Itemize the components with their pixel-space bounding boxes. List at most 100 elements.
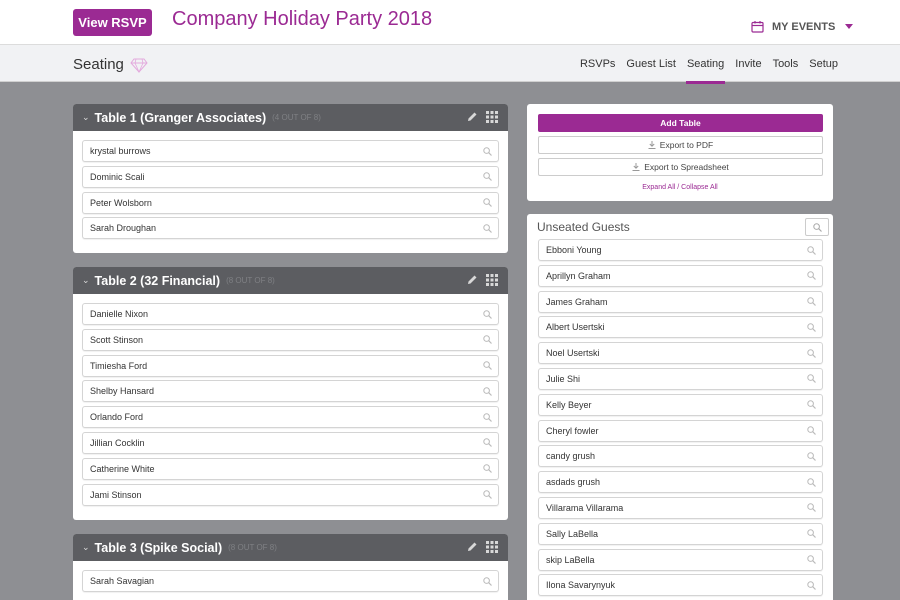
- search-icon[interactable]: [807, 271, 816, 281]
- search-icon[interactable]: [483, 576, 492, 586]
- export-spreadsheet-button[interactable]: Export to Spreadsheet: [538, 158, 823, 176]
- list-item[interactable]: Danielle Nixon: [82, 303, 499, 325]
- guest-name: Ebboni Young: [546, 245, 602, 255]
- list-item[interactable]: Jami Stinson: [82, 483, 499, 506]
- chevron-down-icon[interactable]: ⌄: [82, 112, 90, 123]
- list-item[interactable]: Ebboni Young: [538, 239, 823, 261]
- search-icon[interactable]: [807, 452, 816, 461]
- chevron-down-icon[interactable]: ⌄: [82, 275, 90, 286]
- list-item[interactable]: Timiesha Ford: [82, 354, 499, 377]
- list-item[interactable]: James Graham: [538, 290, 823, 313]
- chevron-down-icon[interactable]: ⌄: [82, 542, 90, 553]
- search-icon[interactable]: [807, 297, 816, 307]
- search-icon[interactable]: [483, 387, 492, 396]
- caret-down-icon: [845, 24, 854, 29]
- guest-name: Sarah Droughan: [90, 223, 157, 234]
- list-item[interactable]: Sarah Droughan: [82, 217, 499, 240]
- search-icon[interactable]: [483, 335, 492, 345]
- list-item[interactable]: candy grush: [538, 445, 823, 468]
- list-item[interactable]: Julie Shi: [538, 367, 823, 390]
- pencil-icon[interactable]: [466, 111, 478, 123]
- expand-collapse-link[interactable]: Expand All / Collapse All: [527, 184, 833, 191]
- export-pdf-button[interactable]: Export to PDF: [538, 136, 823, 154]
- grid-icon[interactable]: [486, 111, 498, 123]
- list-item[interactable]: Albert Usertski: [538, 316, 823, 339]
- list-item[interactable]: Noel Usertski: [538, 342, 823, 365]
- search-icon[interactable]: [807, 503, 816, 513]
- list-item[interactable]: Scott Stinson: [82, 328, 499, 351]
- pencil-icon[interactable]: [466, 541, 478, 553]
- search-icon[interactable]: [483, 464, 492, 474]
- my-events-label: MY EVENTS: [772, 20, 836, 33]
- list-item[interactable]: Catherine White: [82, 457, 499, 480]
- add-table-button[interactable]: Add Table: [538, 114, 823, 132]
- search-icon[interactable]: [483, 198, 492, 208]
- list-item[interactable]: Dominic Scali: [82, 165, 499, 188]
- list-item[interactable]: Orlando Ford: [82, 406, 499, 429]
- view-rsvp-button[interactable]: View RSVP: [73, 9, 152, 36]
- search-icon[interactable]: [483, 412, 492, 422]
- list-item[interactable]: Jillian Cocklin: [82, 431, 499, 454]
- guest-list: Danielle Nixon Scott Stinson Timiesha Fo…: [73, 294, 508, 515]
- guest-list: krystal burrows Dominic Scali Peter Wols…: [73, 131, 508, 249]
- list-item[interactable]: Kelly Beyer: [538, 393, 823, 416]
- search-icon[interactable]: [483, 146, 492, 156]
- my-events-menu[interactable]: MY EVENTS: [751, 20, 854, 33]
- search-icon[interactable]: [807, 555, 816, 564]
- gem-icon: [130, 58, 148, 73]
- list-item[interactable]: Cheryl fowler: [538, 419, 823, 442]
- tab-bar: RSVPs Guest List Seating Invite Tools Se…: [580, 45, 838, 84]
- table-header[interactable]: ⌄ Table 1 (Granger Associates) (4 OUT OF…: [73, 104, 508, 131]
- search-icon[interactable]: [807, 529, 816, 539]
- search-icon[interactable]: [807, 426, 816, 436]
- guest-name: Catherine White: [90, 463, 155, 474]
- guest-name: candy grush: [546, 451, 596, 462]
- search-icon[interactable]: [807, 581, 816, 590]
- pencil-icon[interactable]: [466, 274, 478, 286]
- tab-seating[interactable]: Seating: [685, 45, 726, 84]
- search-icon[interactable]: [807, 374, 816, 384]
- search-icon[interactable]: [807, 348, 816, 358]
- guest-name: Ilona Savarynyuk: [546, 580, 616, 591]
- list-item[interactable]: Shelby Hansard: [82, 380, 499, 403]
- search-icon[interactable]: [807, 477, 816, 487]
- list-item[interactable]: skip LaBella: [538, 548, 823, 571]
- tab-rsvps[interactable]: RSVPs: [580, 45, 615, 83]
- guest-name: krystal burrows: [90, 146, 151, 156]
- list-item[interactable]: Aprillyn Graham: [538, 264, 823, 287]
- search-icon[interactable]: [807, 400, 816, 410]
- list-item[interactable]: Peter Wolsborn: [82, 191, 499, 214]
- list-item[interactable]: asdads grush: [538, 471, 823, 494]
- list-item[interactable]: Ilona Savarynyuk: [538, 574, 823, 597]
- search-icon[interactable]: [483, 224, 492, 233]
- table-panel-1: ⌄ Table 1 (Granger Associates) (4 OUT OF…: [73, 104, 508, 253]
- guest-name: Villarama Villarama: [546, 502, 624, 513]
- list-item[interactable]: krystal burrows: [82, 140, 499, 162]
- search-icon[interactable]: [483, 438, 492, 448]
- list-item[interactable]: Sally LaBella: [538, 522, 823, 545]
- search-icon[interactable]: [807, 323, 816, 332]
- top-bar: View RSVP Company Holiday Party 2018 MY …: [0, 0, 900, 44]
- tab-tools[interactable]: Tools: [773, 45, 799, 83]
- calendar-icon: [751, 21, 764, 33]
- unseated-search-button[interactable]: [805, 218, 829, 236]
- search-icon[interactable]: [807, 245, 816, 255]
- table-header[interactable]: ⌄ Table 2 (32 Financial) (8 OUT OF 8): [73, 267, 508, 294]
- guest-name: Noel Usertski: [546, 348, 600, 359]
- grid-icon[interactable]: [486, 541, 498, 553]
- list-item[interactable]: Villarama Villarama: [538, 496, 823, 519]
- table-header[interactable]: ⌄ Table 3 (Spike Social) (8 OUT OF 8): [73, 534, 508, 561]
- search-icon[interactable]: [483, 361, 492, 371]
- guest-name: Timiesha Ford: [90, 360, 148, 371]
- download-icon: [632, 163, 640, 171]
- tab-setup[interactable]: Setup: [809, 45, 838, 83]
- tab-guest-list[interactable]: Guest List: [626, 45, 676, 83]
- search-icon[interactable]: [483, 309, 492, 319]
- search-icon[interactable]: [483, 172, 492, 182]
- guest-name: Sarah Savagian: [90, 576, 155, 586]
- guest-name: Julie Shi: [546, 373, 581, 384]
- search-icon[interactable]: [483, 490, 492, 500]
- grid-icon[interactable]: [486, 274, 498, 286]
- list-item[interactable]: Sarah Savagian: [82, 570, 499, 592]
- tab-invite[interactable]: Invite: [735, 45, 761, 83]
